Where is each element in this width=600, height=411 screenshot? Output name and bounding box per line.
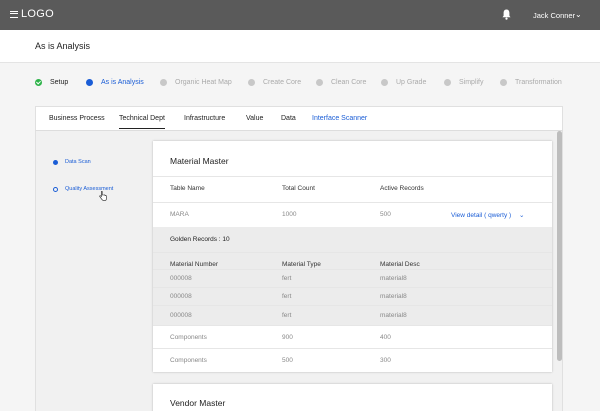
- progress-stepper: Setup As is Analysis Organic Heat Map Cr…: [35, 79, 575, 91]
- table-row: Components 900 400: [153, 325, 552, 347]
- tab-data[interactable]: Data: [281, 115, 296, 122]
- step-label: Clean Core: [331, 79, 367, 86]
- step-label: Simplify: [459, 79, 484, 86]
- title-bar: As is Analysis: [0, 30, 600, 63]
- view-detail-link[interactable]: View detail ( qwerty ) ⌄: [451, 211, 524, 219]
- step-clean-core[interactable]: Clean Core: [316, 79, 366, 86]
- tab-value[interactable]: Value: [246, 115, 263, 122]
- tab-technical-dept[interactable]: Technical Dept: [119, 115, 165, 129]
- tab-bar: Business Process Technical Dept Infrastr…: [35, 106, 563, 131]
- content-area: Data Scan Quality Assessment Material Ma…: [35, 131, 563, 411]
- app-logo[interactable]: LOGO: [10, 8, 54, 20]
- golden-records-header: Golden Records : 10: [153, 227, 552, 252]
- column-header: Material Type: [282, 261, 321, 268]
- column-header: Material Desc: [380, 261, 420, 268]
- table-cell: material8: [380, 293, 407, 300]
- table-cell: 500: [380, 211, 391, 218]
- table-cell: Components: [170, 334, 207, 341]
- table-cell: 1000: [282, 211, 297, 218]
- pending-step-dot-icon: [160, 79, 167, 86]
- vendor-master-card: Vendor Master: [153, 384, 552, 411]
- pending-step-dot-icon: [500, 79, 507, 86]
- step-organic-heat-map[interactable]: Organic Heat Map: [160, 79, 232, 86]
- table-row: 000008 fert material8: [153, 287, 552, 305]
- user-name[interactable]: Jack Conner: [533, 11, 575, 20]
- filled-dot-icon: [53, 159, 58, 165]
- table-cell: 900: [282, 334, 293, 341]
- chevron-down-icon: ⌄: [519, 212, 525, 219]
- tab-infrastructure[interactable]: Infrastructure: [184, 115, 225, 122]
- step-as-is-analysis[interactable]: As is Analysis: [86, 79, 144, 86]
- table-cell: 400: [380, 334, 391, 341]
- table-cell: 000008: [170, 312, 192, 319]
- hamburger-menu-icon[interactable]: [10, 10, 18, 18]
- hand-pointer-cursor-icon: [99, 191, 107, 201]
- pending-step-dot-icon: [248, 79, 255, 86]
- pending-step-dot-icon: [444, 79, 451, 86]
- column-header: Active Records: [380, 185, 424, 192]
- pending-step-dot-icon: [381, 79, 388, 86]
- step-transformation[interactable]: Transformation: [500, 79, 562, 86]
- step-create-core[interactable]: Create Core: [248, 79, 301, 86]
- table-cell: Components: [170, 357, 207, 364]
- table-cell: fert: [282, 312, 292, 319]
- check-circle-icon: [35, 79, 42, 86]
- tab-interface-scanner[interactable]: Interface Scanner: [312, 115, 367, 122]
- table-cell: fert: [282, 275, 292, 282]
- step-up-grade[interactable]: Up Grade: [381, 79, 426, 86]
- step-label: As is Analysis: [101, 79, 144, 86]
- step-label: Transformation: [515, 79, 562, 86]
- step-label: Up Grade: [396, 79, 427, 86]
- step-setup[interactable]: Setup: [35, 79, 68, 86]
- table-cell: material8: [380, 312, 407, 319]
- notification-bell-icon[interactable]: [502, 9, 511, 20]
- column-header: Total Count: [282, 185, 315, 192]
- table-cell: MARA: [170, 211, 189, 218]
- table-cell: 000008: [170, 275, 192, 282]
- step-label: Setup: [50, 79, 69, 86]
- step-label: Create Core: [263, 79, 302, 86]
- card-title: Vendor Master: [170, 398, 226, 408]
- golden-records-label: Golden Records : 10: [170, 236, 230, 243]
- table-cell: 300: [380, 357, 391, 364]
- logo-text: LOGO: [21, 8, 54, 20]
- table-row: Components 500 300: [153, 348, 552, 370]
- table-cell: 000008: [170, 293, 192, 300]
- table-cell: fert: [282, 293, 292, 300]
- sidebar-item-data-scan[interactable]: Data Scan: [53, 159, 91, 165]
- top-bar: LOGO Jack Conner ⌄: [0, 0, 600, 30]
- card-title: Material Master: [170, 156, 229, 166]
- page-title: As is Analysis: [35, 41, 91, 51]
- step-label: Organic Heat Map: [175, 79, 232, 86]
- hollow-dot-icon: [53, 186, 58, 192]
- column-header: Table Name: [170, 185, 205, 192]
- sidebar-item-label: Data Scan: [65, 159, 91, 165]
- active-step-dot-icon: [86, 79, 93, 86]
- step-simplify[interactable]: Simplify: [444, 79, 484, 86]
- tab-business-process[interactable]: Business Process: [49, 115, 105, 122]
- vertical-scrollbar[interactable]: [557, 131, 562, 361]
- chevron-down-icon[interactable]: ⌄: [575, 10, 582, 19]
- table-row: 000008 fert material8: [153, 269, 552, 287]
- table-cell: 500: [282, 357, 293, 364]
- pending-step-dot-icon: [316, 79, 323, 86]
- table-row: 000008 fert material8: [153, 305, 552, 325]
- table-row: MARA 1000 500 View detail ( qwerty ) ⌄: [153, 202, 552, 224]
- table-header-row: Table Name Total Count Active Records: [153, 176, 552, 198]
- column-header: Material Number: [170, 261, 219, 268]
- material-master-card: Material Master Table Name Total Count A…: [153, 141, 552, 372]
- table-cell: material8: [380, 275, 407, 282]
